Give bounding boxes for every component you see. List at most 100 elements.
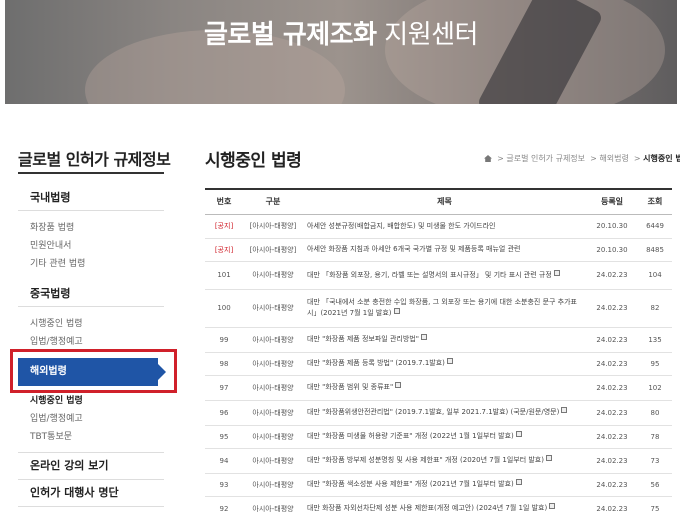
row-title-text[interactable]: 대만 「국내에서 소분 충전한 수입 화장품, 그 외포장 또는 용기에 대한 … <box>307 298 577 317</box>
row-date: 24.02.23 <box>586 473 638 497</box>
row-number: 95 <box>205 425 243 449</box>
row-title-text[interactable]: 대만 화장품 자외선차단제 성분 사용 제한표(개정 예고안) (2024년 7… <box>307 504 547 512</box>
row-category: 아시아-태평양 <box>243 289 303 328</box>
table-row[interactable]: [공지] [아시아-태평양] 아세안 화장품 지침과 아세안 6개국 국가별 규정 … <box>205 238 672 262</box>
hero-banner: 글로벌 규제조화 지원센터 <box>5 0 677 104</box>
banner-title: 글로벌 규제조화 지원센터 <box>5 14 677 51</box>
row-category: 아시아-태평양 <box>243 375 303 401</box>
table-row[interactable]: 96 아시아-태평양 대만 "화장품위생안전관리법" (2019.7.1발효, 일부… <box>205 400 672 426</box>
table-row[interactable]: 101 아시아-태평양 대만 「화장품 외포장, 용기, 라벨 또는 설명서의 표시… <box>205 261 672 290</box>
table-row[interactable]: 99 아시아-태평양 대만 "화장품 제품 정보파일 관리방법" 24.02.23 13… <box>205 327 672 353</box>
sidebar-item-domestic-laws[interactable]: 국내법령 <box>18 186 164 210</box>
row-number: 99 <box>205 327 243 353</box>
column-header-views: 조회 <box>647 197 663 207</box>
sidebar-subitem-other-laws[interactable]: 기타 관련 법령 <box>18 255 164 273</box>
row-number: 96 <box>205 400 243 426</box>
row-title-text[interactable]: 아세안 화장품 지침과 아세안 6개국 국가별 규정 및 제품등록 매뉴얼 관련 <box>307 245 520 253</box>
sidebar-item-overseas-laws[interactable]: 해외법령 <box>18 358 166 386</box>
table-row[interactable]: [공지] [아시아-태평양] 아세안 성분규정(배합금지, 배합한도) 및 미생물 … <box>205 214 672 239</box>
row-title-text[interactable]: 대만 "화장품위생안전관리법" (2019.7.1발효, 일부 2021.7.1… <box>307 408 559 416</box>
row-number: 93 <box>205 473 243 497</box>
column-header-title: 제목 <box>437 197 452 207</box>
table-row[interactable]: 95 아시아-태평양 대만 "화장품 미생물 허용량 기준표" 개정 (2022년 … <box>205 425 672 449</box>
row-title-link[interactable]: 대만 화장품 자외선차단제 성분 사용 제한표(개정 예고안) (2024년 7… <box>303 496 586 514</box>
row-title-text[interactable]: 대만 "화장품 색소성분 사용 제한표" 개정 (2021년 7월 1일부터 발… <box>307 480 514 488</box>
row-title-link[interactable]: 대만 "화장품 색소성분 사용 제한표" 개정 (2021년 7월 1일부터 발… <box>303 473 586 497</box>
attachment-icon <box>515 431 522 437</box>
row-category: 아시아-태평양 <box>243 327 303 353</box>
row-title-link[interactable]: 대만 "화장품 제품 등록 방법" (2019.7.1발효) <box>303 352 586 376</box>
row-title-text[interactable]: 아세안 성분규정(배합금지, 배합한도) 및 미생물 한도 가이드라인 <box>307 222 495 230</box>
row-category: 아시아-태평양 <box>243 448 303 474</box>
attachment-icon <box>561 407 568 413</box>
row-views: 102 <box>638 375 672 401</box>
banner-title-light: 지원센터 <box>384 20 478 50</box>
row-views: 104 <box>638 261 672 290</box>
divider <box>18 506 164 507</box>
row-views: 6449 <box>638 214 672 239</box>
breadcrumb-current: 시행중인 법령 <box>643 154 680 163</box>
row-title-link[interactable]: 대만 「국내에서 소분 충전한 수입 화장품, 그 외포장 또는 용기에 대한 … <box>303 289 586 328</box>
row-views: 82 <box>638 289 672 328</box>
row-category: 아시아-태평양 <box>243 400 303 426</box>
row-title-link[interactable]: 아세안 성분규정(배합금지, 배합한도) 및 미생물 한도 가이드라인 <box>303 214 586 239</box>
row-number: 100 <box>205 289 243 328</box>
breadcrumb: > 글로벌 인허가 규제정보 > 해외법령 > 시행중인 법령 <box>484 153 680 164</box>
row-title-text[interactable]: 대만 "화장품 제품 등록 방법" (2019.7.1발효) <box>307 359 445 367</box>
sidebar-subitem-overseas-legislation[interactable]: 입법/행정예고 <box>18 410 164 428</box>
table-row[interactable]: 100 아시아-태평양 대만 「국내에서 소분 충전한 수입 화장품, 그 외포장 … <box>205 289 672 328</box>
row-title-link[interactable]: 대만 "화장품 방부제 성분명칭 및 사용 제한표" 개정 (2020년 7월 … <box>303 448 586 474</box>
row-number: [공지] <box>205 238 243 262</box>
row-date: 24.02.23 <box>586 375 638 401</box>
sidebar-item-agency-list[interactable]: 인허가 대행사 명단 <box>18 480 164 506</box>
sidebar-item-online-lectures[interactable]: 온라인 강의 보기 <box>18 453 164 479</box>
home-icon[interactable] <box>484 155 492 162</box>
sidebar-subitem-civil-guide[interactable]: 민원안내서 <box>18 237 164 255</box>
row-title-link[interactable]: 대만 "화장품 제품 정보파일 관리방법" <box>303 327 586 353</box>
row-title-link[interactable]: 대만 "화장품 미생물 허용량 기준표" 개정 (2022년 1월 1일부터 발… <box>303 425 586 449</box>
attachment-icon <box>553 269 560 276</box>
row-category: [아시아-태평양] <box>243 214 303 239</box>
breadcrumb-item[interactable]: 해외법령 <box>599 154 628 163</box>
breadcrumb-item[interactable]: 글로벌 인허가 규제정보 <box>506 154 585 163</box>
table-row[interactable]: 98 아시아-태평양 대만 "화장품 제품 등록 방법" (2019.7.1발효) 2… <box>205 352 672 376</box>
attachment-icon <box>545 455 552 461</box>
sidebar-subitem-china-current[interactable]: 시행중인 법령 <box>18 315 164 333</box>
sidebar-subitem-overseas-current[interactable]: 시행중인 법령 <box>18 392 164 410</box>
table-row[interactable]: 93 아시아-태평양 대만 "화장품 색소성분 사용 제한표" 개정 (2021년 … <box>205 473 672 497</box>
row-number: [공지] <box>205 214 243 239</box>
row-number: 101 <box>205 261 243 290</box>
table-header-row: 번호 구분 제목 등록일 조회 <box>205 189 672 214</box>
row-title-text[interactable]: 대만 "화장품 제품 정보파일 관리방법" <box>307 335 419 343</box>
sidebar-subitem-tbt-notice[interactable]: TBT통보문 <box>18 428 164 446</box>
row-date: 24.02.23 <box>586 327 638 353</box>
row-title-link[interactable]: 아세안 화장품 지침과 아세안 6개국 국가별 규정 및 제품등록 매뉴얼 관련 <box>303 238 586 262</box>
row-category: 아시아-태평양 <box>243 261 303 290</box>
row-category: 아시아-태평양 <box>243 352 303 376</box>
row-number: 98 <box>205 352 243 376</box>
column-header-category: 구분 <box>265 197 281 207</box>
sidebar-group-overseas-subs: 시행중인 법령 입법/행정예고 TBT통보문 <box>18 392 164 446</box>
banner-title-bold: 글로벌 규제조화 <box>204 20 377 50</box>
sidebar-item-china-laws[interactable]: 중국법령 <box>18 282 164 306</box>
row-views: 75 <box>638 496 672 514</box>
laws-table: 번호 구분 제목 등록일 조회 [공지] [아시아-태평양] 아세안 성분규정(배합… <box>205 188 672 514</box>
table-row[interactable]: 94 아시아-태평양 대만 "화장품 방부제 성분명칭 및 사용 제한표" 개정 (… <box>205 448 672 474</box>
attachment-icon <box>515 479 522 485</box>
row-title-link[interactable]: 대만 "화장품위생안전관리법" (2019.7.1발효, 일부 2021.7.1… <box>303 400 586 426</box>
row-title-link[interactable]: 대만 「화장품 외포장, 용기, 라벨 또는 설명서의 표시규정」 및 기타 표… <box>303 261 586 290</box>
row-title-text[interactable]: 대만 "화장품 범위 및 종류표" <box>307 383 393 391</box>
row-title-link[interactable]: 대만 "화장품 범위 및 종류표" <box>303 375 586 401</box>
row-date: 20.10.30 <box>586 238 638 262</box>
sidebar-group-domestic: 국내법령 화장품 법령 민원안내서 기타 관련 법령 <box>18 186 164 273</box>
row-date: 24.02.23 <box>586 289 638 328</box>
row-title-text[interactable]: 대만 "화장품 방부제 성분명칭 및 사용 제한표" 개정 (2020년 7월 … <box>307 456 544 464</box>
row-views: 56 <box>638 473 672 497</box>
table-row[interactable]: 97 아시아-태평양 대만 "화장품 범위 및 종류표" 24.02.23 102 <box>205 375 672 401</box>
row-date: 20.10.30 <box>586 214 638 239</box>
sidebar-subitem-cosmetics-law[interactable]: 화장품 법령 <box>18 219 164 237</box>
row-category: 아시아-태평양 <box>243 473 303 497</box>
row-title-text[interactable]: 대만 "화장품 미생물 허용량 기준표" 개정 (2022년 1월 1일부터 발… <box>307 432 514 440</box>
table-row[interactable]: 92 아시아-태평양 대만 화장품 자외선차단제 성분 사용 제한표(개정 예고안)… <box>205 496 672 514</box>
row-title-text[interactable]: 대만 「화장품 외포장, 용기, 라벨 또는 설명서의 표시규정」 및 기타 표… <box>307 271 552 279</box>
